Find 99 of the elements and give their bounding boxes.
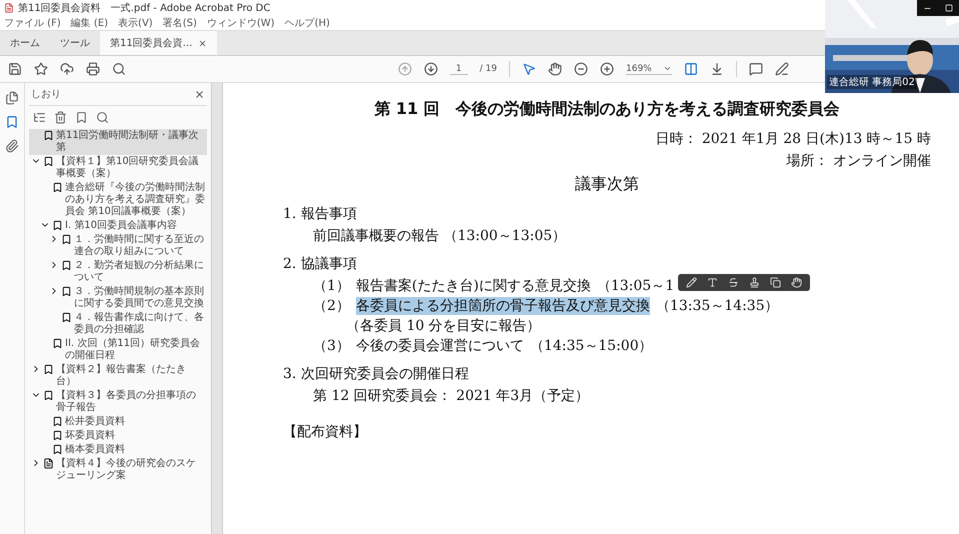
zoom-out-icon[interactable] (574, 62, 588, 76)
pencil-icon[interactable] (686, 277, 698, 288)
bookmark-item[interactable]: ４．報告書作成に向けて、各委員の分担確認 (47, 311, 207, 337)
bookmark-item[interactable]: 【資料４】今後の研究会のスケジューリング案 (29, 457, 207, 483)
zoom-field[interactable]: 169% (626, 64, 672, 74)
document-heading: 第 11 回 今後の労働時間法制のあり方を考える調査研究委員会 (373, 99, 841, 120)
bookmark-icon (43, 156, 54, 167)
bookmark-item[interactable]: 坏委員資料 (38, 429, 207, 443)
close-icon[interactable] (198, 38, 208, 48)
upload-icon[interactable] (60, 62, 74, 76)
document-subheading: 議事次第 (574, 174, 640, 195)
delete-icon[interactable] (54, 111, 67, 124)
bookmark-item[interactable]: 橋本委員資料 (38, 443, 207, 457)
bookmark-icon (43, 364, 54, 375)
text-icon[interactable] (707, 277, 718, 288)
tab[interactable]: ツール (50, 31, 100, 55)
tab[interactable]: 第11回委員会資... (100, 31, 218, 55)
agenda-text: 前回議事概要の報告 （13:00～13:05） (313, 227, 566, 245)
bookmark-item[interactable]: ２．勤労者短観の分析結果について (47, 259, 207, 285)
bookmark-icon (52, 430, 63, 441)
page-number-field[interactable]: 1 (450, 64, 468, 74)
section-number: 2. (283, 256, 296, 272)
print-icon[interactable] (86, 62, 100, 76)
strikethrough-icon[interactable] (728, 277, 740, 288)
bookmark-item[interactable]: 【資料２】報告書案（たたき台） (29, 363, 207, 389)
zoom-in-icon[interactable] (600, 62, 614, 76)
menu-item[interactable]: ヘルプ(H) (284, 16, 330, 30)
agenda-text: 今後の委員会運営について (356, 337, 524, 355)
menu-item[interactable]: ファイル (F) (4, 16, 61, 30)
bookmark-icon[interactable] (5, 115, 19, 129)
bookmark-item[interactable]: 【資料１】第10回研究委員会議事概要（案） (29, 155, 207, 181)
highlight-pen-icon[interactable] (775, 62, 789, 76)
bookmark-item[interactable]: １．労働時間に関する至近の連合の取り組みについて (47, 233, 207, 259)
page-bookmark-icon (43, 458, 54, 469)
bookmark-icon (61, 312, 72, 323)
bookmark-item[interactable]: 第11回労働時間法制研・議事次第 (29, 129, 207, 155)
star-icon[interactable] (34, 62, 48, 76)
options-icon[interactable] (33, 111, 46, 124)
copy-icon[interactable] (770, 277, 782, 288)
bookmark-item[interactable]: I. 第10回委員会議事内容 (38, 219, 207, 233)
place-line: 場所： オンライン開催 (786, 152, 931, 170)
search-icon[interactable] (112, 62, 126, 76)
bookmark-icon (52, 182, 63, 193)
bookmark-icon (52, 220, 63, 231)
item-number: （3） (313, 337, 350, 355)
scroll-mode-icon[interactable] (710, 62, 724, 76)
attachment-icon[interactable] (5, 139, 19, 153)
bookmark-item[interactable]: 松井委員資料 (38, 415, 207, 429)
item-number: （2） (313, 297, 350, 315)
handouts-heading: 【配布資料】 (283, 423, 368, 441)
bookmark-icon (61, 260, 72, 271)
item-number: （1） (313, 277, 350, 295)
panel-title: しおり (31, 88, 61, 101)
agenda-text: 第 12 回研究委員会： 2021 年3月（予定） (313, 387, 590, 405)
section-number: 3. (283, 366, 296, 382)
new-bookmark-icon[interactable] (75, 111, 88, 124)
time-range: （13:35～14:35） (656, 298, 779, 314)
bookmark-item[interactable]: 連合総研『今後の労働時間法制のあり方を考える調査研究』委員会 第10回議事概要（案） (38, 181, 207, 219)
section-title: 次回研究委員会の開催日程 (300, 366, 469, 382)
tab[interactable]: ホーム (0, 31, 50, 55)
next-page-icon[interactable] (424, 62, 438, 76)
comment-icon[interactable] (749, 62, 763, 76)
page-total: / 19 (480, 64, 497, 74)
menu-item[interactable]: 署名(S) (162, 16, 197, 30)
date-line: 日時： 2021 年1月 28 日(木)13 時～15 時 (654, 130, 931, 148)
menu-item[interactable]: 編集 (E) (70, 16, 108, 30)
section-number: 1. (283, 206, 296, 222)
pointer-icon[interactable] (522, 62, 536, 76)
hand-icon[interactable] (548, 62, 562, 76)
section-title: 協議事項 (300, 256, 357, 272)
bookmark-icon (52, 416, 63, 427)
agenda-text: 各委員による分担箇所の骨子報告及び意見交換 (356, 297, 650, 315)
bookmark-item[interactable]: ３．労働時間規制の基本原則に関する委員間での意見交換 (47, 285, 207, 311)
bookmark-icon (52, 444, 63, 455)
participant-name: 連合総研 事務局02 (827, 75, 917, 89)
bookmark-item[interactable]: II. 次回（第11回）研究委員会の開催日程 (38, 337, 207, 363)
section-title: 報告事項 (300, 206, 357, 222)
bookmark-icon (43, 390, 54, 401)
pages-icon[interactable] (5, 91, 19, 105)
agenda-text: 報告書案(たたき台)に関する意見交換 (356, 277, 591, 295)
bookmark-item[interactable]: 【資料３】各委員の分担事項の骨子報告 (29, 389, 207, 415)
bookmark-icon (61, 286, 72, 297)
bookmark-icon (61, 234, 72, 245)
time-range: （14:35～15:00） (530, 338, 653, 354)
find-bookmark-icon[interactable] (96, 111, 109, 124)
save-icon[interactable] (8, 62, 22, 76)
restore-icon[interactable] (944, 4, 953, 12)
pdf-icon (4, 2, 14, 12)
close-icon[interactable] (194, 88, 205, 100)
stamp-icon[interactable] (749, 277, 760, 288)
menu-item[interactable]: 表示(V) (118, 16, 153, 30)
bookmark-icon (52, 338, 63, 349)
menu-item[interactable]: ウィンドウ(W) (206, 16, 275, 30)
agenda-note: （各委員 10 分を目安に報告） (346, 317, 542, 335)
page-fit-icon[interactable] (684, 62, 698, 76)
time-range: （13:05～1 (596, 278, 674, 294)
hand-icon[interactable] (791, 277, 802, 288)
window-title: 第11回委員会資料 一式.pdf - Adobe Acrobat Pro DC (18, 2, 270, 14)
bookmark-icon (43, 130, 54, 141)
